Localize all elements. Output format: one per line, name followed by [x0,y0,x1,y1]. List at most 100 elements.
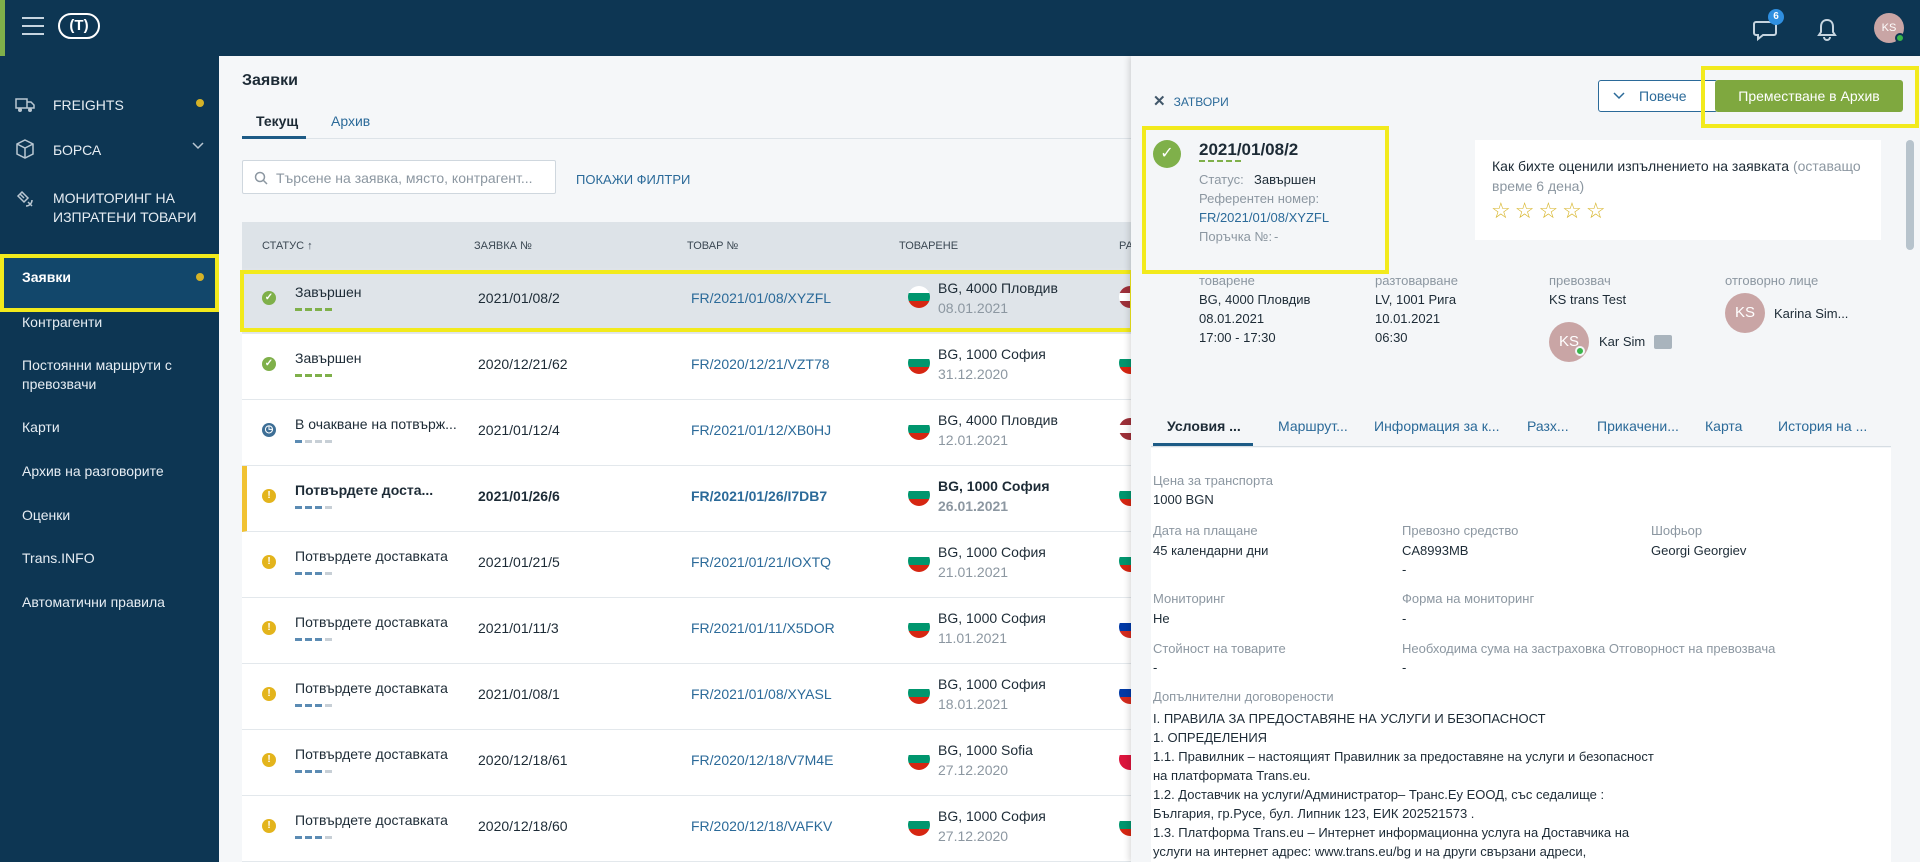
row-cargo-link[interactable]: FR/2020/12/18/VAFKV [691,818,832,834]
row-cargo-link[interactable]: FR/2020/12/18/V7M4E [691,752,833,768]
cube-icon [16,139,34,159]
flag-icon [1119,616,1131,638]
rating-card: Как бихте оценили изпълнението на заявка… [1475,140,1881,240]
row-order-number: 2021/01/11/3 [478,620,559,636]
row-cargo-link[interactable]: FR/2021/01/08/XYASL [691,686,832,702]
chevron-down-icon[interactable] [192,141,204,151]
sidebar-item-contractors[interactable]: Контрагенти [22,313,102,332]
search-placeholder: Търсене на заявка, място, контрагент... [276,170,533,186]
row-cargo-link[interactable]: FR/2021/01/21/IOXTQ [691,554,831,570]
row-loading-place: BG, 1000 София [938,544,1046,560]
sidebar-item-chat-archive[interactable]: Архив на разговорите [22,462,164,481]
tab-active-indicator [242,136,306,139]
chat-icon[interactable] [1654,335,1672,349]
carrier-name[interactable]: KS trans Test [1549,292,1626,307]
rating-stars[interactable]: ☆☆☆☆☆ [1491,198,1610,224]
row-status: Потвърдете доставката [295,746,448,762]
archive-button-highlight-frame [1701,66,1919,128]
payment-value: 45 календарни дни [1153,543,1269,558]
table-row[interactable]: ! Потвърдете доставката 2021/01/21/5 FR/202… [242,532,1131,598]
row-loading-date: 31.12.2020 [938,366,1009,382]
sidebar-item-auto-rules[interactable]: Автоматични правила [22,593,165,612]
table-header: СТАТУС ↑ ЗАЯВКА № ТОВАР № ТОВАРЕНЕ РАЗТО [242,222,1154,268]
sidebar-item-maps[interactable]: Карти [22,418,60,437]
tab-map[interactable]: Карта [1705,418,1742,434]
table-row[interactable]: ! Потвърдете доставката 2021/01/08/1 FR/202… [242,664,1131,730]
row-cargo-link[interactable]: FR/2020/12/21/VZT78 [691,356,830,372]
loading-label: товарене [1199,273,1255,288]
progress-dashes [295,440,335,443]
monitoring-form-value: - [1402,611,1407,626]
terms-line: 1.2. Доставчик на услуги/Администратор– … [1153,787,1605,802]
tab-current[interactable]: Текущ [256,113,298,129]
table-row[interactable]: ◷ В очакване на потвърж... 2021/01/12/4 FR/… [242,400,1131,466]
sidebar-item-routes[interactable]: Постоянни маршрути с превозвачи [22,356,172,394]
row-order-number: 2020/12/18/60 [478,818,568,834]
sidebar-item-label: FREIGHTS [53,97,124,113]
row-cargo-link[interactable]: FR/2021/01/12/XB0HJ [691,422,831,438]
sidebar-item-exchange[interactable]: БОРСА [0,128,219,168]
progress-dashes [295,572,335,575]
tab-conditions[interactable]: Условия ... [1167,418,1241,434]
search-icon [254,171,268,185]
tab-archive[interactable]: Архив [331,113,370,129]
flag-icon [1119,814,1131,836]
vehicle-label: Превозно средство [1402,523,1519,538]
row-cargo-link[interactable]: FR/2021/01/26/I7DB7 [691,488,827,504]
notification-dot [196,99,204,107]
table-row[interactable]: ! Потвърдете доставката 2021/01/11/3 FR/202… [242,598,1131,664]
tab-history[interactable]: История на ... [1778,418,1867,434]
row-cargo-link[interactable]: FR/2021/01/11/X5DOR [691,620,835,636]
show-filters-link[interactable]: ПОКАЖИ ФИЛТРИ [576,172,690,187]
row-order-number: 2021/01/12/4 [478,422,560,438]
sidebar-item-monitoring[interactable]: МОНИТОРИНГ НА ИЗПРАТЕНИ ТОВАРИ [0,176,219,228]
responsible-name: Karina Sim... [1774,306,1849,321]
terms-line: 1.1. Правилник – настоящият Правилник за… [1153,749,1654,764]
warning-icon: ! [262,687,276,701]
tabs-divider [242,138,1131,139]
sidebar-item-freights[interactable]: FREIGHTS [0,83,219,123]
search-input[interactable]: Търсене на заявка, място, контрагент... [242,160,556,194]
more-label: Повече [1639,88,1687,104]
progress-dashes [295,704,335,707]
table-row[interactable]: ✓ Завършен 2020/12/21/62 FR/2020/12/21/VZT7… [242,334,1131,400]
sidebar-item-ratings[interactable]: Оценки [22,506,70,525]
terms-line: услуги на интернет адрес: www.trans.eu/b… [1153,844,1587,859]
column-loading[interactable]: ТОВАРЕНЕ [899,240,958,252]
table-row[interactable]: ! Потвърдете доставката 2020/12/18/60 FR/20… [242,796,1131,862]
panel-scrollbar[interactable] [1906,140,1914,250]
row-order-number: 2021/01/21/5 [478,554,560,570]
close-icon: ✕ [1153,93,1166,110]
row-loading-place: BG, 1000 София [938,676,1046,692]
terms-line: 1. ОПРЕДЕЛЕНИЯ [1153,730,1268,745]
sidebar-item-orders[interactable]: Заявки [22,268,71,287]
monitoring-value: Не [1153,611,1170,626]
tab-cargo-info[interactable]: Информация за к... [1374,418,1500,434]
row-loading-date: 27.12.2020 [938,828,1009,844]
flag-icon [908,418,930,440]
price-label: Цена за транспорта [1153,473,1274,488]
flag-icon [908,550,930,572]
tab-attachments[interactable]: Прикачени... [1597,418,1679,434]
vehicle-value: CA8993MB [1402,543,1469,558]
sidebar: FREIGHTS БОРСА МОНИТОРИНГ НА ИЗПРАТЕНИ Т… [0,56,219,862]
warning-icon: ! [262,489,276,503]
tab-route[interactable]: Маршрут... [1278,418,1348,434]
row-loading-place: BG, 1000 София [938,346,1046,362]
close-button[interactable]: ✕ ЗАТВОРИ [1153,92,1229,110]
column-cargo[interactable]: ТОВАР № [687,240,738,252]
bell-icon[interactable] [1813,15,1841,43]
logo[interactable]: (T) [58,13,100,39]
table-row[interactable]: ! Потвърдете доставката 2020/12/18/61 FR/20… [242,730,1131,796]
flag-icon [1119,748,1131,770]
notification-dot [196,273,204,281]
tab-costs[interactable]: Разх... [1527,418,1569,434]
sidebar-item-transinfo[interactable]: Trans.INFO [22,549,95,568]
flag-icon [908,814,930,836]
more-button[interactable]: Повече [1598,80,1718,112]
table-row[interactable]: ! Потвърдете доста... 2021/01/26/6 FR/2021/… [242,466,1131,532]
driver-value: Georgi Georgiev [1651,543,1747,558]
column-status[interactable]: СТАТУС ↑ [262,240,313,252]
menu-icon[interactable] [22,17,44,35]
column-order[interactable]: ЗАЯВКА № [474,240,532,252]
